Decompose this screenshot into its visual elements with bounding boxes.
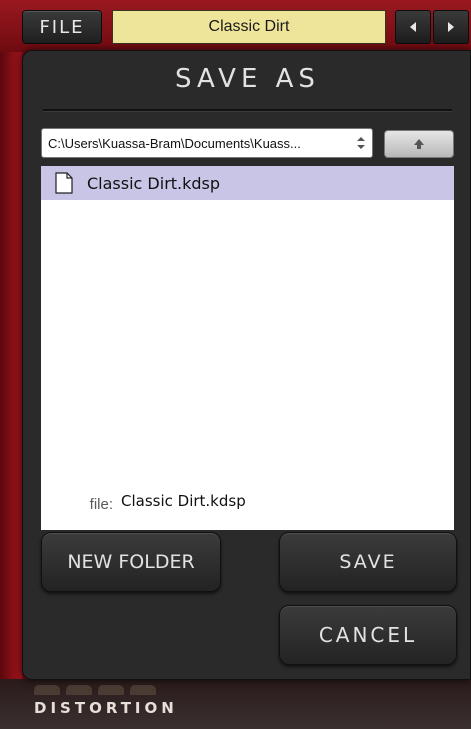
file-name-label: Classic Dirt.kdsp [87, 173, 221, 193]
preset-nav [395, 10, 471, 44]
chevron-right-icon [448, 22, 454, 32]
save-button[interactable]: SAVE [279, 532, 457, 592]
prev-preset-button[interactable] [395, 10, 431, 44]
folder-path-select[interactable]: C:\Users\Kuassa-Bram\Documents\Kuass... [41, 128, 373, 158]
preset-name-display[interactable]: Classic Dirt [112, 10, 386, 44]
next-preset-button[interactable] [433, 10, 469, 44]
plugin-background-left [0, 0, 22, 729]
plugin-footer: DISTORTION [0, 679, 471, 729]
new-folder-button[interactable]: NEW FOLDER [41, 532, 221, 592]
file-list[interactable]: Classic Dirt.kdsp [41, 166, 454, 530]
brand-subtitle: DISTORTION [34, 699, 178, 717]
chevron-left-icon [410, 22, 416, 32]
list-item[interactable]: Classic Dirt.kdsp [41, 166, 454, 200]
arrow-up-icon [414, 139, 424, 149]
dialog-title: SAVE AS [175, 64, 320, 94]
parent-folder-button[interactable] [384, 130, 454, 158]
title-divider [43, 109, 452, 111]
brand-logo-dots [34, 685, 184, 695]
filename-input[interactable] [113, 485, 454, 517]
save-as-dialog: SAVE AS C:\Users\Kuassa-Bram\Documents\K… [22, 50, 471, 680]
filename-label: file: [89, 496, 113, 513]
plugin-topbar: FILE Classic Dirt [0, 0, 471, 52]
folder-path-text: C:\Users\Kuassa-Bram\Documents\Kuass... [48, 135, 301, 151]
file-menu-button[interactable]: FILE [22, 10, 102, 44]
select-arrows-icon [350, 136, 372, 150]
document-icon [55, 172, 73, 194]
cancel-button[interactable]: CANCEL [279, 605, 457, 665]
